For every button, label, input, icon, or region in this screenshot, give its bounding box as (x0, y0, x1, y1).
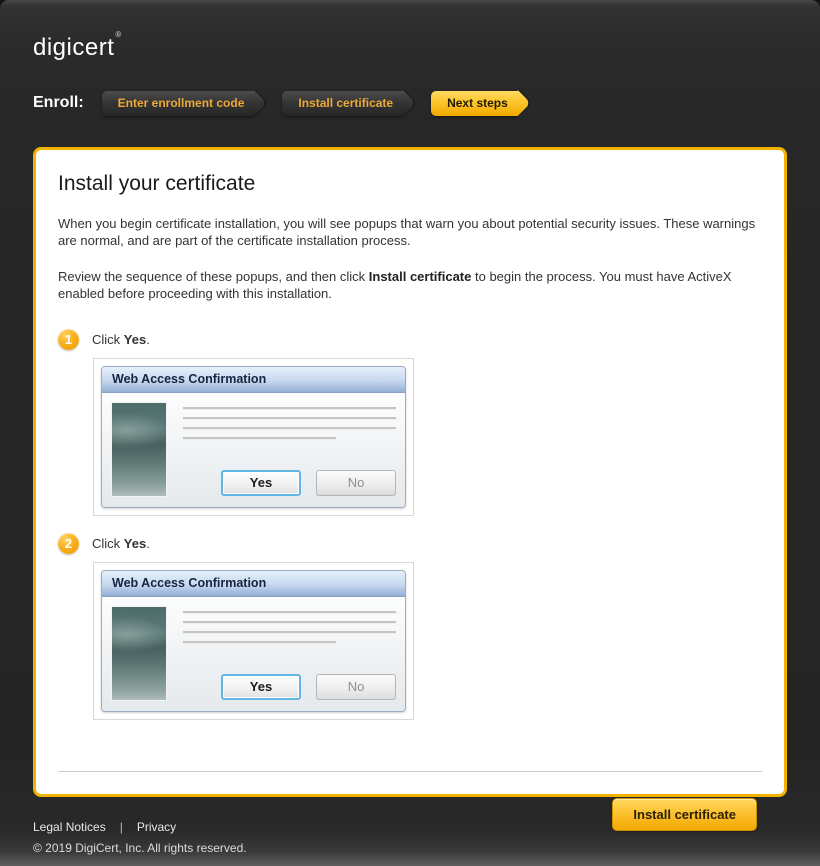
step-1-instruction-post: . (146, 332, 150, 347)
mock-text-line (183, 407, 396, 410)
step-2-dialog-screenshot: Web Access Confirmation Yes (93, 562, 414, 720)
digicert-logo-text: digicert (33, 34, 114, 61)
mock-text-line (183, 611, 396, 614)
install-certificate-button[interactable]: Install certificate (612, 798, 757, 831)
step-1-instruction-pre: Click (92, 332, 124, 347)
mock-dialog-buttons: Yes No (183, 674, 396, 701)
mock-text-line (183, 621, 396, 624)
mock-dialog-titlebar: Web Access Confirmation (102, 571, 405, 597)
step-install-certificate[interactable]: Install certificate (282, 91, 403, 116)
step-1: 1 Click Yes. Web Access Confirmation (58, 329, 762, 516)
enroll-label: Enroll: (33, 94, 84, 112)
step-2-instruction: Click Yes. (92, 536, 150, 551)
mock-dialog-content: Yes No (183, 402, 396, 497)
digicert-logo: digicert® (33, 34, 121, 62)
step-1-instruction: Click Yes. (92, 332, 150, 347)
mock-text-line (183, 641, 336, 644)
step-1-dialog-screenshot: Web Access Confirmation Yes (93, 358, 414, 516)
page-background: digicert® Enroll: Enter enrollment code … (0, 0, 820, 866)
copyright-text: © 2019 DigiCert, Inc. All rights reserve… (33, 841, 820, 855)
page-title: Install your certificate (58, 172, 762, 196)
mock-yes-button: Yes (221, 674, 301, 700)
breadcrumb: Enter enrollment code Install certificat… (102, 91, 546, 116)
step-install-certificate-label: Install certificate (298, 96, 393, 110)
step-enter-enrollment-code[interactable]: Enter enrollment code (102, 91, 255, 116)
step-1-header: 1 Click Yes. (58, 329, 762, 350)
mock-no-button: No (316, 674, 396, 700)
mock-dialog-text-lines (183, 407, 396, 447)
app-header: digicert® (0, 0, 820, 62)
mock-web-access-dialog: Web Access Confirmation Yes (101, 366, 406, 508)
card-divider (58, 771, 762, 772)
step-2: 2 Click Yes. Web Access Confirmation (58, 533, 762, 720)
mock-web-access-dialog: Web Access Confirmation Yes (101, 570, 406, 712)
step-2-instruction-bold: Yes (124, 536, 146, 551)
mock-text-line (183, 631, 396, 634)
review-paragraph: Review the sequence of these popups, and… (58, 268, 764, 302)
step-enter-enrollment-code-label: Enter enrollment code (118, 96, 245, 110)
review-text-bold: Install certificate (369, 269, 472, 284)
step-2-header: 2 Click Yes. (58, 533, 762, 554)
mock-dialog-buttons: Yes No (183, 470, 396, 497)
step-1-number-badge: 1 (58, 329, 79, 350)
step-1-instruction-bold: Yes (124, 332, 146, 347)
mock-dialog-certificate-image (111, 606, 167, 701)
mock-text-line (183, 417, 396, 420)
registered-trademark-mark: ® (115, 30, 121, 39)
mock-dialog-content: Yes No (183, 606, 396, 701)
step-2-instruction-post: . (146, 536, 150, 551)
mock-dialog-body: Yes No (102, 393, 405, 507)
mock-no-button: No (316, 470, 396, 496)
review-text-pre: Review the sequence of these popups, and… (58, 269, 369, 284)
intro-paragraph: When you begin certificate installation,… (58, 215, 764, 249)
card-actions: Install certificate (58, 798, 757, 831)
content-card: Install your certificate When you begin … (33, 147, 787, 797)
step-next-steps-label: Next steps (447, 96, 508, 110)
mock-dialog-text-lines (183, 611, 396, 651)
mock-dialog-body: Yes No (102, 597, 405, 711)
step-next-steps-active[interactable]: Next steps (431, 91, 518, 116)
enroll-progress-bar: Enroll: Enter enrollment code Install ce… (33, 90, 820, 116)
step-2-number-badge: 2 (58, 533, 79, 554)
mock-dialog-certificate-image (111, 402, 167, 497)
step-2-instruction-pre: Click (92, 536, 124, 551)
mock-text-line (183, 427, 396, 430)
mock-text-line (183, 437, 336, 440)
mock-dialog-titlebar: Web Access Confirmation (102, 367, 405, 393)
mock-yes-button: Yes (221, 470, 301, 496)
